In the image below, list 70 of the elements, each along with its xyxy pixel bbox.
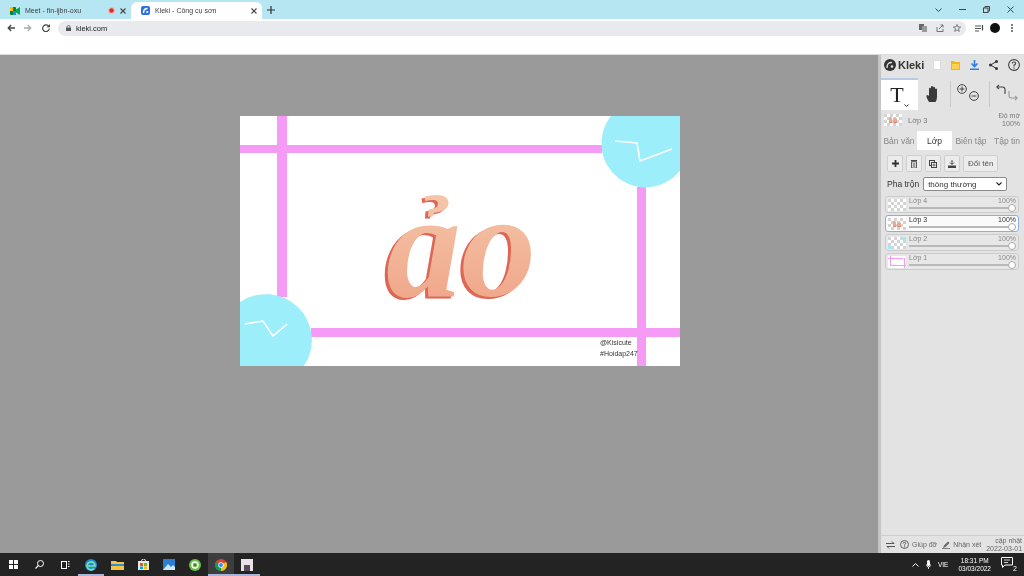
lettering-text: ảo — [386, 162, 536, 328]
layer-thumbnail — [884, 114, 902, 126]
add-layer-button[interactable] — [887, 155, 903, 172]
slider-thumb[interactable] — [1008, 242, 1016, 250]
grid-icon[interactable] — [8, 560, 18, 569]
chevron-down-icon[interactable] — [935, 7, 942, 12]
slider-thumb[interactable] — [1008, 223, 1016, 231]
reload-icon[interactable] — [42, 24, 50, 32]
undo-icon[interactable] — [995, 84, 1006, 94]
back-icon[interactable] — [7, 24, 15, 32]
close-icon[interactable] — [120, 7, 126, 14]
caret-icon[interactable] — [903, 104, 909, 107]
help-icon[interactable] — [1008, 59, 1020, 71]
merge-down-button[interactable] — [944, 155, 960, 172]
bag-icon[interactable] — [137, 559, 149, 570]
blend-select[interactable]: thông thường — [923, 177, 1008, 191]
merge-down-icon[interactable] — [948, 159, 956, 168]
app-logo-text: Kleki — [898, 59, 925, 71]
help-icon[interactable] — [900, 540, 909, 549]
picture-icon[interactable] — [241, 558, 253, 571]
blend-label: Pha trộn — [887, 179, 920, 189]
star-icon[interactable] — [953, 24, 961, 32]
layer-thumbnail — [888, 236, 906, 249]
search-icon[interactable] — [34, 560, 44, 569]
folder-icon[interactable] — [110, 559, 124, 570]
logo-icon — [884, 59, 896, 71]
corner-blob — [240, 294, 312, 366]
duplicate-layer-button[interactable] — [925, 155, 941, 172]
swirl-icon[interactable] — [85, 558, 97, 571]
opacity-slider[interactable] — [909, 223, 1016, 231]
app-logo-icon — [141, 6, 150, 15]
task-view-icon[interactable] — [60, 560, 70, 569]
share-icon[interactable] — [989, 60, 998, 70]
hand-icon[interactable] — [925, 86, 940, 102]
wheel-icon[interactable] — [215, 558, 227, 571]
panel-tab[interactable]: Lớp — [917, 131, 952, 150]
swap-icon[interactable] — [886, 540, 895, 549]
microphone-icon[interactable] — [925, 560, 931, 569]
taskbar-button[interactable] — [208, 553, 234, 576]
speech-bubble-icon[interactable] — [1001, 557, 1013, 568]
delete-layer-button[interactable] — [906, 155, 922, 172]
zoom-in-icon[interactable] — [957, 84, 968, 94]
reading-list-icon[interactable] — [975, 24, 984, 32]
translate-icon[interactable] — [919, 24, 927, 32]
chevron-down-icon[interactable] — [996, 182, 1003, 186]
opacity-slider[interactable] — [909, 242, 1016, 250]
camera-icon — [10, 6, 20, 15]
zoom-out-icon[interactable] — [969, 91, 980, 101]
opacity-slider[interactable] — [909, 204, 1016, 212]
avatar-icon[interactable] — [990, 23, 1000, 33]
close-icon[interactable] — [1007, 6, 1014, 13]
trash-icon[interactable] — [911, 159, 917, 168]
rename-button[interactable]: Đổi tên — [963, 155, 999, 172]
lock-icon — [66, 25, 71, 31]
slider-thumb[interactable] — [1008, 261, 1016, 269]
text-tool-button[interactable]: T — [881, 78, 919, 110]
restore-icon[interactable] — [983, 6, 990, 13]
slider-thumb[interactable] — [1008, 204, 1016, 212]
layer-thumbnail — [888, 198, 906, 211]
ring-icon[interactable] — [189, 558, 201, 571]
download-icon[interactable] — [970, 60, 979, 70]
close-icon[interactable] — [251, 7, 257, 14]
layer-thumbnail — [888, 255, 906, 268]
pencil-icon[interactable] — [942, 540, 951, 549]
plus-icon[interactable] — [891, 160, 899, 167]
chevron-up-icon[interactable] — [911, 562, 919, 567]
layer-thumbnail — [888, 217, 906, 230]
duplicate-icon[interactable] — [929, 159, 937, 168]
plus-icon[interactable] — [267, 5, 275, 14]
opacity-slider[interactable] — [909, 261, 1016, 269]
